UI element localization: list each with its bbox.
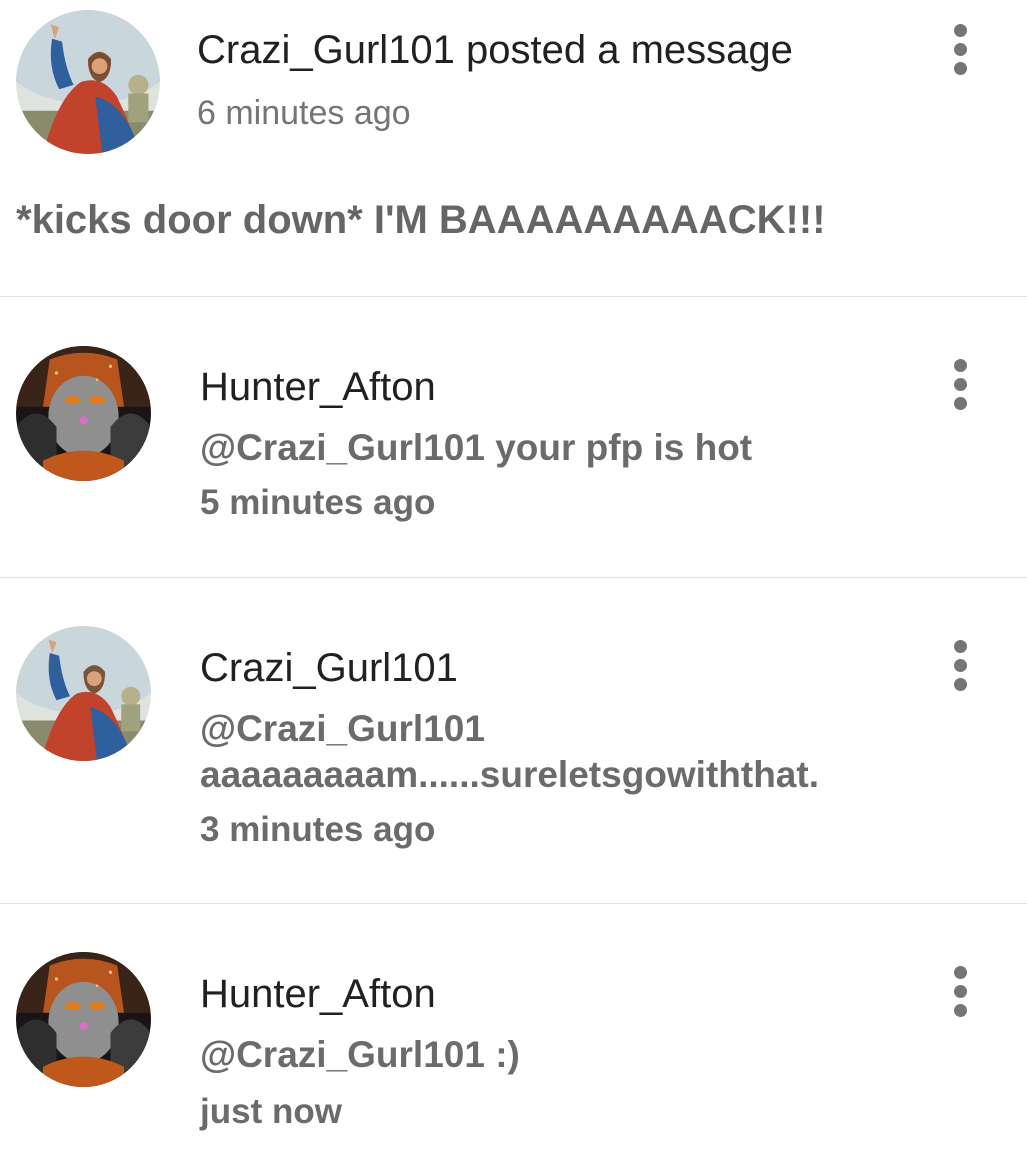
comment-item: Hunter_Afton @Crazi_Gurl101 your pfp is … bbox=[0, 297, 1027, 578]
comment-text: @Crazi_Gurl101 :) bbox=[200, 1034, 520, 1075]
more-vertical-icon[interactable] bbox=[940, 636, 980, 696]
avatar[interactable] bbox=[16, 346, 151, 481]
avatar[interactable] bbox=[16, 626, 151, 761]
jesus-painting-avatar-image bbox=[16, 626, 151, 761]
jesus-painting-avatar-image bbox=[16, 10, 160, 154]
comment-item: Hunter_Afton @Crazi_Gurl101 :) just now bbox=[0, 904, 1027, 1153]
comment-author[interactable]: Hunter_Afton bbox=[200, 365, 436, 410]
comment-timestamp: 3 minutes ago bbox=[200, 810, 436, 849]
post-title: Crazi_Gurl101 posted a message bbox=[197, 28, 793, 72]
avatar[interactable] bbox=[16, 952, 151, 1087]
comment-text: @Crazi_Gurl101 your pfp is hot bbox=[200, 427, 753, 468]
more-vertical-icon[interactable] bbox=[940, 962, 980, 1022]
comment-author[interactable]: Hunter_Afton bbox=[200, 972, 436, 1017]
comment-item: Crazi_Gurl101 @Crazi_Gurl101 aaaaaaaaam.… bbox=[0, 578, 1027, 904]
more-vertical-icon[interactable] bbox=[940, 20, 980, 80]
more-vertical-icon[interactable] bbox=[940, 355, 980, 415]
dark-character-avatar-image bbox=[16, 952, 151, 1087]
comment-timestamp: just now bbox=[200, 1092, 342, 1131]
comment-timestamp: 5 minutes ago bbox=[200, 483, 436, 522]
post-timestamp: 6 minutes ago bbox=[197, 94, 411, 132]
comment-author[interactable]: Crazi_Gurl101 bbox=[200, 646, 458, 691]
main-post: Crazi_Gurl101 posted a message 6 minutes… bbox=[0, 0, 1027, 297]
dark-character-avatar-image bbox=[16, 346, 151, 481]
avatar[interactable] bbox=[16, 10, 160, 154]
comment-text: @Crazi_Gurl101 bbox=[200, 708, 485, 749]
comment-text-line2: aaaaaaaaam......sureletsgowiththat. bbox=[200, 754, 819, 795]
post-body: *kicks door down* I'M BAAAAAAAAACK!!! bbox=[16, 198, 826, 242]
